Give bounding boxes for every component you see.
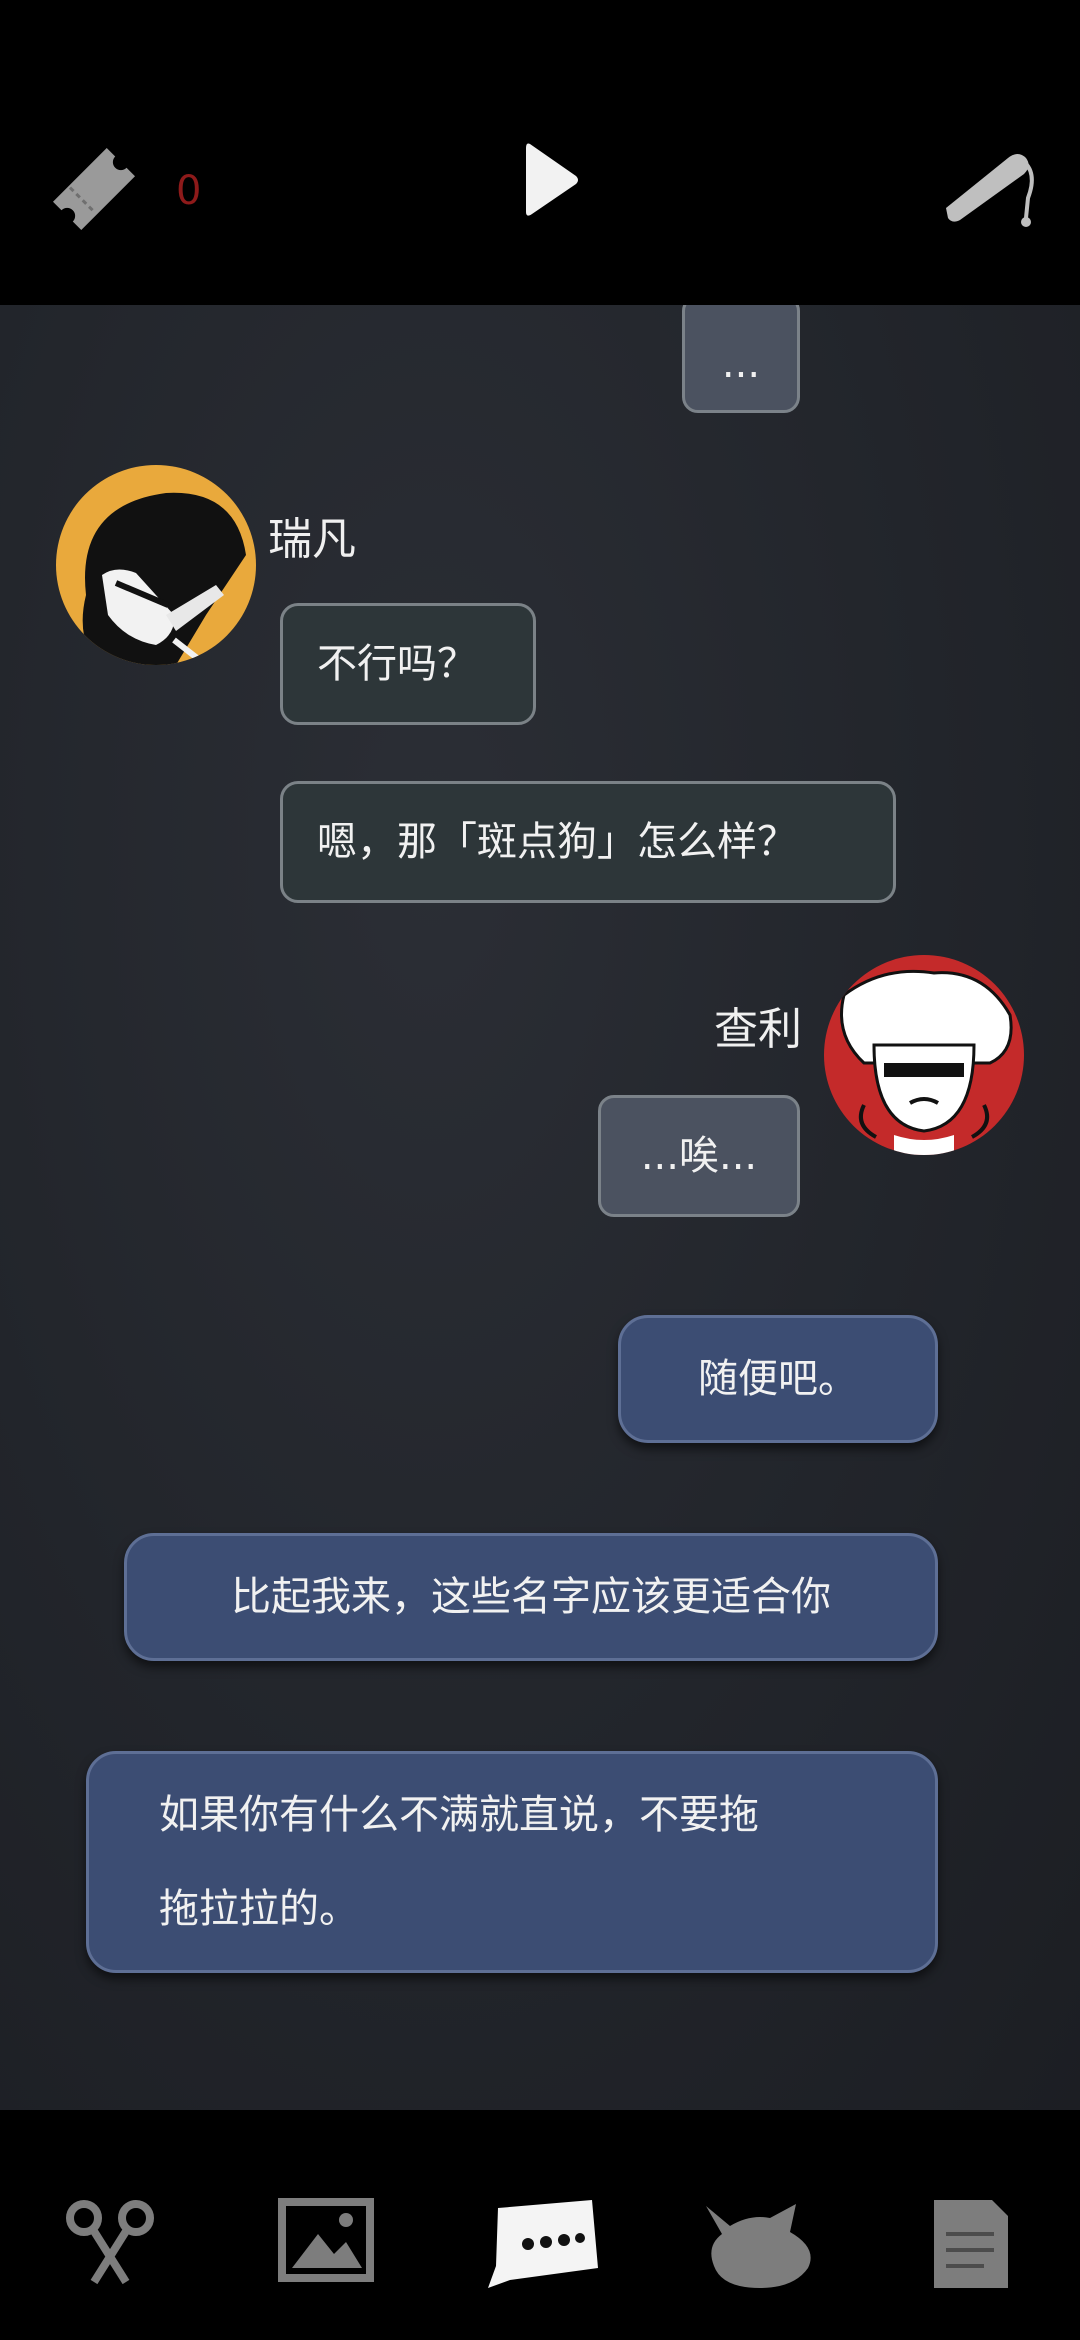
reply-option-text: 比起我来，这些名字应该更适合你 [231, 1574, 831, 1620]
message-bubble: ...唉... [598, 1095, 800, 1217]
bottom-nav [0, 2110, 1080, 2340]
avatar-charlie[interactable] [824, 955, 1024, 1155]
message-text: ...唉... [640, 1133, 758, 1179]
beast-icon[interactable] [700, 2196, 820, 2296]
chat-icon[interactable] [480, 2196, 606, 2290]
message-text: 嗯，那「斑点狗」怎么样？ [317, 819, 797, 865]
rivan-portrait-icon [82, 492, 247, 665]
message-bubble: 不行吗？ [280, 603, 536, 725]
ticket-count: 0 [176, 168, 202, 214]
sender-name-charlie: 查利 [714, 1004, 802, 1055]
gallery-icon[interactable] [278, 2198, 374, 2282]
reply-option[interactable]: 如果你有什么不满就直说，不要拖 拖拉拉的。 [86, 1751, 938, 1973]
message-bubble: 嗯，那「斑点狗」怎么样？ [280, 781, 896, 903]
message-bubble: ... [682, 305, 800, 413]
reply-option-text-line-2: 拖拉拉的。 [159, 1886, 359, 1932]
message-text: 不行吗？ [317, 641, 477, 687]
notes-icon[interactable] [930, 2196, 1012, 2292]
reply-option[interactable]: 比起我来，这些名字应该更适合你 [124, 1533, 938, 1661]
scissors-icon[interactable] [62, 2196, 158, 2292]
reply-option-text: 随便吧。 [698, 1356, 858, 1402]
whistle-icon[interactable] [938, 138, 1042, 234]
reply-option-text-line-1: 如果你有什么不满就直说，不要拖 [159, 1792, 759, 1838]
reply-option[interactable]: 随便吧。 [618, 1315, 938, 1443]
charlie-portrait-icon [840, 969, 1013, 1155]
top-bar: 0 [0, 0, 1080, 305]
play-icon[interactable] [522, 138, 582, 222]
ticket-icon[interactable] [38, 133, 150, 245]
avatar-rivan[interactable] [56, 465, 256, 665]
sender-name-rivan: 瑞凡 [268, 514, 356, 565]
message-text: ... [721, 341, 761, 387]
chat-area[interactable]: ... 瑞凡 不行吗？ 嗯，那「斑点狗」怎么样？ 查利 ...唉... 随便吧。… [0, 305, 1080, 2110]
